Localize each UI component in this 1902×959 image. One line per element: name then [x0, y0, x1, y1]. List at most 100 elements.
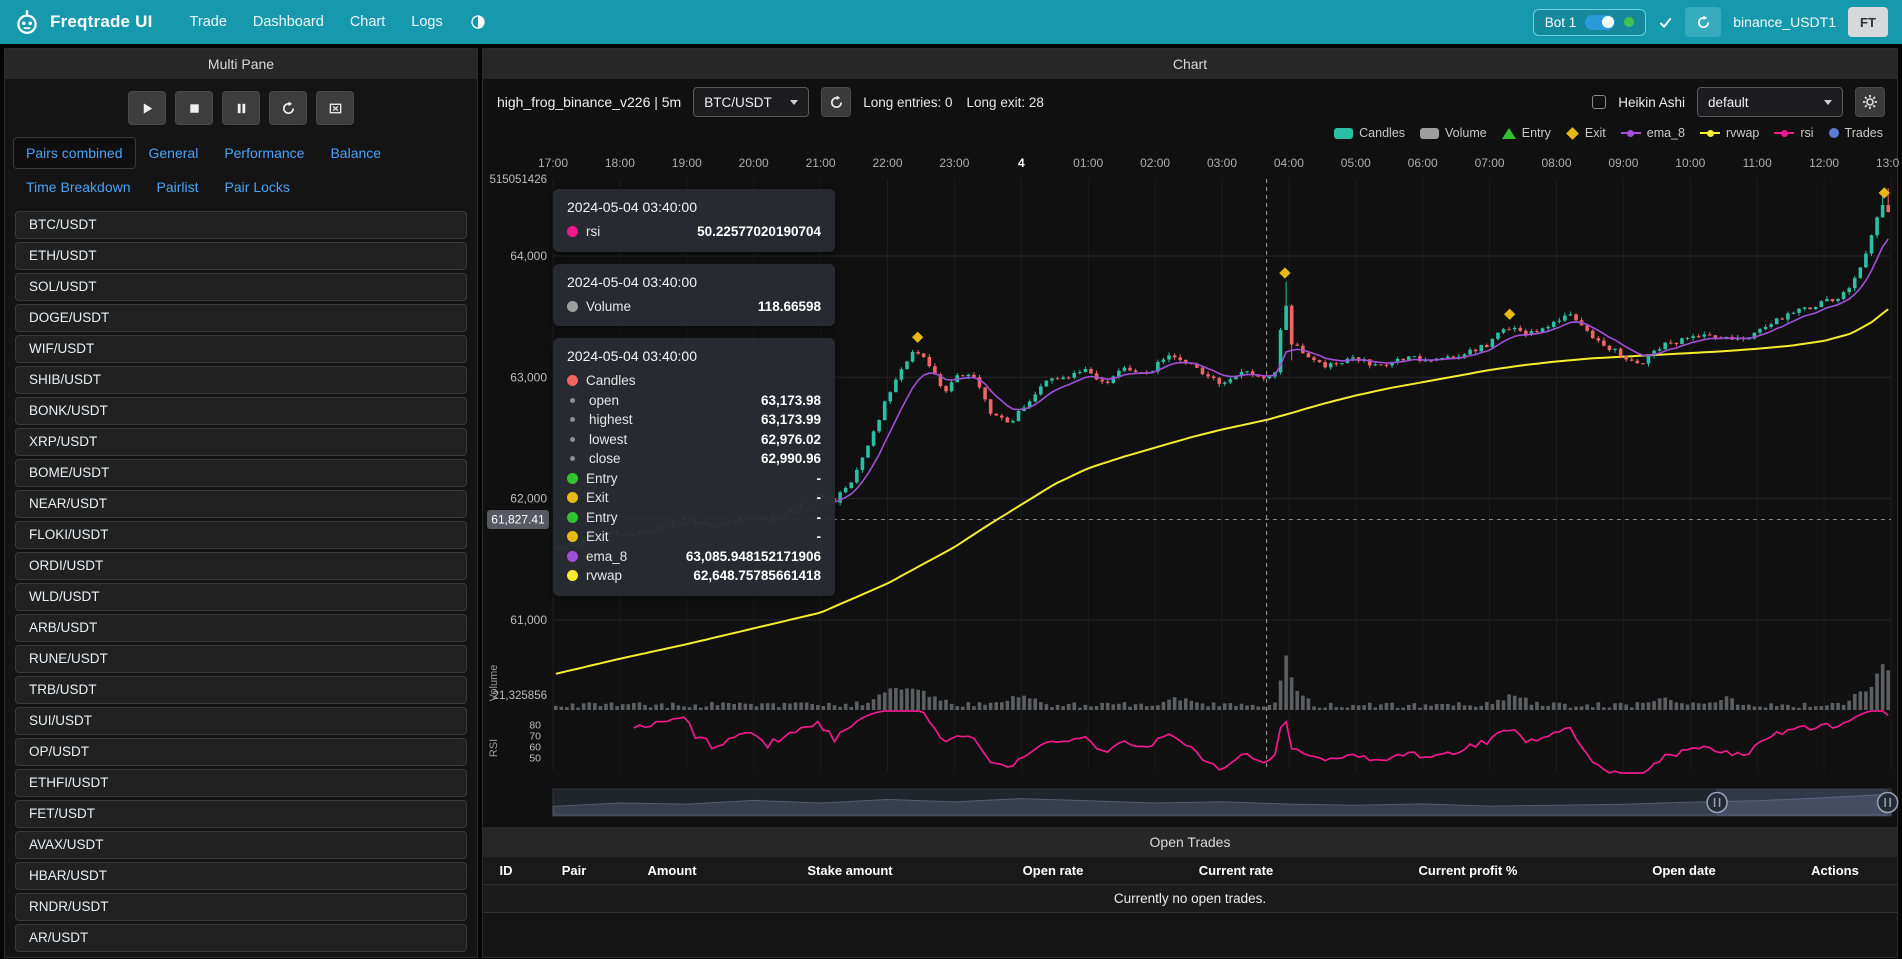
svg-text:17:00: 17:00: [538, 156, 568, 170]
pair-list-item[interactable]: BONK/USDT: [15, 397, 467, 425]
column-header-pair: Pair: [529, 863, 619, 878]
multi-pane-title: Multi Pane: [5, 49, 477, 79]
nav-link-trade[interactable]: Trade: [179, 8, 238, 36]
navigator-handle-left[interactable]: [1707, 793, 1727, 813]
theme-toggle-icon[interactable]: [464, 10, 492, 34]
bot-selector[interactable]: Bot 1: [1533, 9, 1647, 36]
chart-toolbar: high_frog_binance_v226 | 5m BTC/USDT Lon…: [497, 85, 1885, 119]
exit-marker: [912, 332, 923, 343]
column-header-open-date: Open date: [1595, 863, 1773, 878]
legend-item-volume[interactable]: Volume: [1420, 126, 1487, 140]
refresh-button[interactable]: [269, 91, 307, 125]
legend-item-trades[interactable]: Trades: [1829, 126, 1883, 140]
pair-list-item[interactable]: WIF/USDT: [15, 335, 467, 363]
legend-item-candles[interactable]: Candles: [1334, 126, 1405, 140]
pair-list-item[interactable]: RNDR/USDT: [15, 893, 467, 921]
column-header-id: ID: [483, 863, 529, 878]
chevron-down-icon: [1824, 100, 1832, 105]
pair-list-item[interactable]: SOL/USDT: [15, 273, 467, 301]
stop-button[interactable]: [175, 91, 213, 125]
pair-list-item[interactable]: FLOKI/USDT: [15, 521, 467, 549]
navigator-handle-right[interactable]: [1878, 793, 1898, 813]
pair-list-item[interactable]: AVAX/USDT: [15, 831, 467, 859]
multi-pane-tabs-row2: Time BreakdownPairlistPair Locks: [5, 169, 477, 203]
pair-list-item[interactable]: ETH/USDT: [15, 242, 467, 270]
exit-marker: [1504, 309, 1515, 320]
pair-list-item[interactable]: AR/USDT: [15, 924, 467, 952]
column-header-stake-amount: Stake amount: [725, 863, 975, 878]
pair-list-item[interactable]: DOGE/USDT: [15, 304, 467, 332]
tab-pairlist[interactable]: Pairlist: [144, 171, 212, 203]
pair-list-item[interactable]: RUNE/USDT: [15, 645, 467, 673]
pair-list-item[interactable]: ETHFI/USDT: [15, 769, 467, 797]
pair-select[interactable]: BTC/USDT: [693, 87, 809, 117]
svg-text:08:00: 08:00: [1541, 156, 1571, 170]
tab-performance[interactable]: Performance: [211, 137, 317, 169]
nav-link-chart[interactable]: Chart: [339, 8, 396, 36]
chevron-down-icon: [790, 100, 798, 105]
svg-text:64,000: 64,000: [510, 249, 547, 263]
column-header-actions: Actions: [1773, 863, 1897, 878]
open-trades-title: Open Trades: [483, 827, 1897, 857]
heikin-ashi-checkbox[interactable]: [1592, 95, 1606, 109]
legend-item-ema_8[interactable]: ema_8: [1621, 126, 1685, 140]
nav-link-dashboard[interactable]: Dashboard: [242, 8, 335, 36]
long-entries-count: Long entries: 0: [863, 95, 952, 110]
svg-text:07:00: 07:00: [1475, 156, 1505, 170]
column-header-current-rate: Current rate: [1131, 863, 1341, 878]
multi-pane-panel: Multi Pane Pairs combinedGeneralPerforma…: [4, 48, 478, 958]
main-nav: TradeDashboardChartLogs: [179, 8, 454, 36]
pair-list-item[interactable]: WLD/USDT: [15, 583, 467, 611]
pair-list: BTC/USDT ETH/USDT SOL/USDT DOGE/USDT WIF/USD…: [5, 211, 477, 952]
pause-button[interactable]: [222, 91, 260, 125]
tab-pairs-combined[interactable]: Pairs combined: [13, 137, 136, 169]
tab-time-breakdown[interactable]: Time Breakdown: [13, 171, 144, 203]
legend-item-entry[interactable]: Entry: [1502, 126, 1551, 140]
gear-icon: [1862, 94, 1878, 110]
svg-text:515051426: 515051426: [489, 174, 547, 186]
svg-text:11:00: 11:00: [1743, 156, 1772, 170]
brand[interactable]: Freqtrade UI: [14, 9, 153, 35]
bot-controls: [5, 79, 477, 135]
pair-list-item[interactable]: ORDI/USDT: [15, 552, 467, 580]
price-chart-canvas[interactable]: 17:0018:0019:0020:0021:0022:0023:00401:0…: [483, 49, 1899, 959]
svg-text:02:00: 02:00: [1140, 156, 1170, 170]
chart-navigator[interactable]: [553, 789, 1898, 816]
svg-text:01:00: 01:00: [1073, 156, 1103, 170]
nav-link-logs[interactable]: Logs: [400, 8, 453, 36]
pair-list-item[interactable]: SUI/USDT: [15, 707, 467, 735]
pair-list-item[interactable]: OP/USDT: [15, 738, 467, 766]
user-avatar[interactable]: FT: [1848, 7, 1888, 37]
pair-list-item[interactable]: NEAR/USDT: [15, 490, 467, 518]
app-title: Freqtrade UI: [50, 12, 153, 32]
refresh-chart-button[interactable]: [821, 87, 851, 117]
tab-general[interactable]: General: [136, 137, 212, 169]
chart-legend: Candles Volume Entry Exit ema_8 rvwap rsi Trade…: [1334, 126, 1883, 140]
svg-text:06:00: 06:00: [1408, 156, 1438, 170]
bot-enable-toggle[interactable]: [1585, 15, 1615, 30]
pair-list-item[interactable]: HBAR/USDT: [15, 862, 467, 890]
pair-list-item[interactable]: ARB/USDT: [15, 614, 467, 642]
legend-item-rvwap[interactable]: rvwap: [1700, 126, 1759, 140]
legend-item-exit[interactable]: Exit: [1566, 126, 1606, 140]
play-button[interactable]: [128, 91, 166, 125]
svg-text:4: 4: [1018, 156, 1025, 170]
plot-config-select[interactable]: default: [1697, 87, 1843, 117]
clear-button[interactable]: [316, 91, 354, 125]
pause-icon: [234, 101, 249, 116]
pair-list-item[interactable]: TRB/USDT: [15, 676, 467, 704]
pair-list-item[interactable]: BOME/USDT: [15, 459, 467, 487]
tab-pair-locks[interactable]: Pair Locks: [212, 171, 303, 203]
pair-list-item[interactable]: SHIB/USDT: [15, 366, 467, 394]
bot-status-dot: [1624, 17, 1634, 27]
legend-item-rsi[interactable]: rsi: [1774, 126, 1813, 140]
tab-balance[interactable]: Balance: [317, 137, 394, 169]
reload-bot-button[interactable]: [1685, 7, 1721, 37]
strategy-label: high_frog_binance_v226 | 5m: [497, 94, 681, 110]
pair-list-item[interactable]: XRP/USDT: [15, 428, 467, 456]
plot-settings-button[interactable]: [1855, 87, 1885, 117]
pair-list-item[interactable]: FET/USDT: [15, 800, 467, 828]
open-trades-empty-message: Currently no open trades.: [483, 885, 1897, 913]
pair-list-item[interactable]: BTC/USDT: [15, 211, 467, 239]
multi-pane-tabs-row1: Pairs combinedGeneralPerformanceBalance: [5, 135, 477, 169]
